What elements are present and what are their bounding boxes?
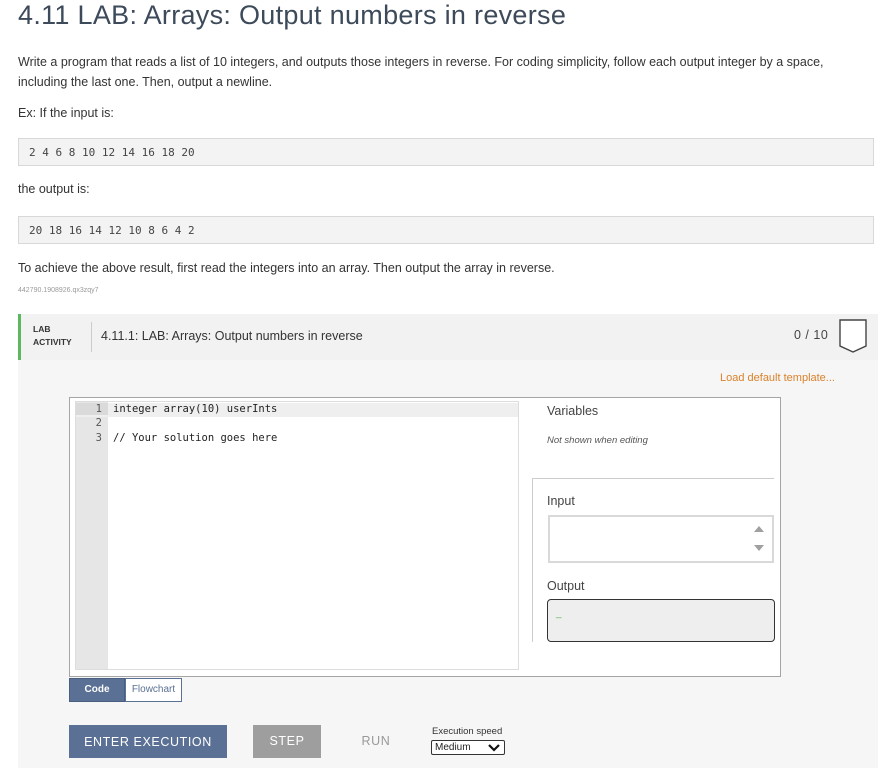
hint-text: To achieve the above result, first read … [18,261,555,275]
code-line[interactable]: 2 [76,417,518,431]
chevron-down-icon [488,744,500,752]
page-title: 4.11 LAB: Arrays: Output numbers in reve… [18,0,567,30]
activity-id: 442790.1908926.qx3zqy7 [18,287,99,294]
example-intro: Ex: If the input is: [18,106,114,120]
example-output-block: 20 18 16 14 12 10 8 6 4 2 [18,216,874,244]
lab-score: 0 / 10 [794,328,829,342]
lab-activity-tag: LAB ACTIVITY [33,323,72,349]
execution-speed-select[interactable]: Medium [431,740,505,755]
load-default-template-link[interactable]: Load default template... [720,372,835,384]
lab-tag-line2: ACTIVITY [33,337,72,347]
code-line[interactable]: 3 // Your solution goes here [76,432,518,446]
run-button[interactable]: RUN [358,725,394,758]
code-line[interactable]: 1 integer array(10) userInts [76,403,518,417]
example-input-block: 2 4 6 8 10 12 14 16 18 20 [18,138,874,166]
input-label: Input [547,494,575,508]
output-intro: the output is: [18,182,90,196]
line-text: // Your solution goes here [113,432,278,444]
lab-activity-header: LAB ACTIVITY 4.11.1: LAB: Arrays: Output… [18,314,878,360]
line-number: 1 [76,403,108,415]
line-number: 3 [95,432,102,444]
execution-speed-value: Medium [435,742,471,753]
execution-speed-label: Execution speed [432,726,503,737]
variables-label: Variables [547,404,599,418]
code-editor[interactable]: 1 integer array(10) userInts 2 3 // Your… [75,401,519,670]
header-divider [91,322,92,352]
output-display: _ [547,599,775,642]
lab-activity-name: 4.11.1: LAB: Arrays: Output numbers in r… [101,329,363,343]
panel-separator [532,478,774,479]
input-scroll-arrows-icon[interactable] [744,515,774,563]
lab-tag-line1: LAB [33,324,51,334]
line-number: 2 [95,417,102,429]
tab-code[interactable]: Code [69,678,125,702]
input-field[interactable] [548,515,774,563]
problem-description: Write a program that reads a list of 10 … [18,55,824,89]
enter-execution-button[interactable]: ENTER EXECUTION [69,725,227,758]
panel-vertical-separator [532,478,533,642]
variables-note: Not shown when editing [547,435,648,446]
completion-badge-icon [839,319,867,353]
tab-flowchart[interactable]: Flowchart [125,678,182,702]
output-cursor: _ [556,608,562,619]
output-label: Output [547,579,585,593]
line-text: integer array(10) userInts [113,403,278,415]
step-button[interactable]: STEP [253,725,321,758]
